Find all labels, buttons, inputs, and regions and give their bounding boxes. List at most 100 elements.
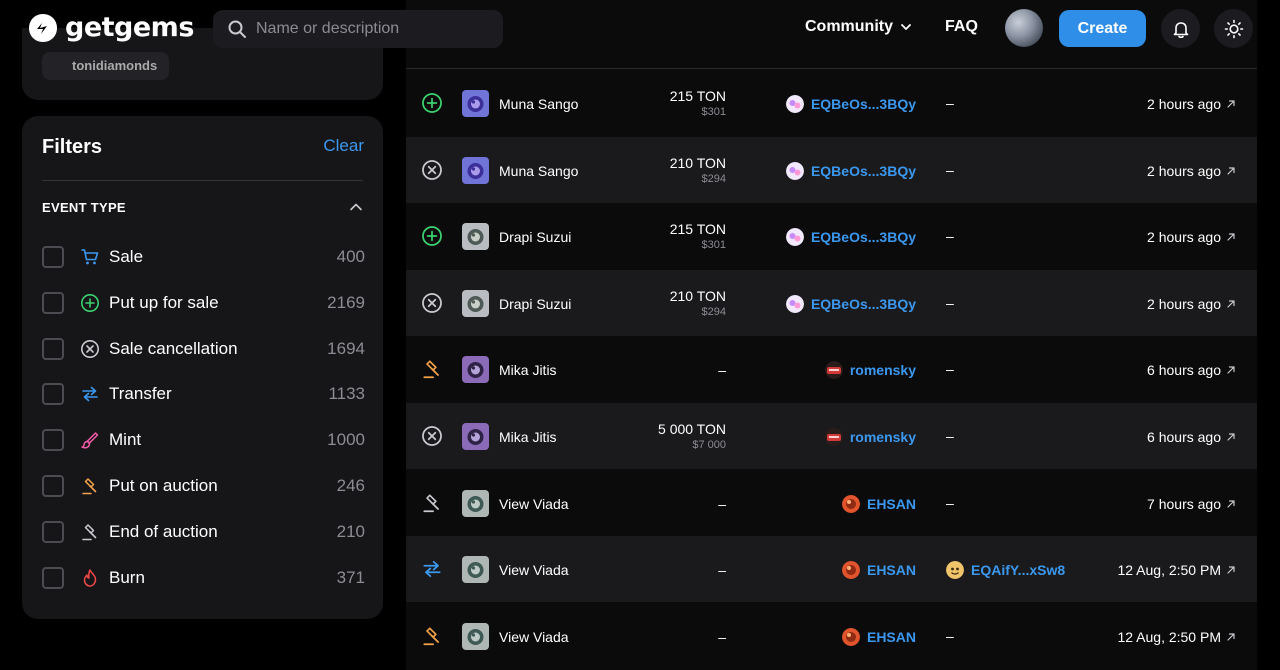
filter-option-put-up-for-sale[interactable]: Put up for sale 2169 [42, 288, 365, 318]
filter-checkbox[interactable] [42, 475, 64, 497]
external-link-arrow-icon [1227, 100, 1235, 108]
nft-thumbnail[interactable] [462, 156, 489, 184]
filter-checkbox[interactable] [42, 246, 64, 268]
nft-thumbnail[interactable] [462, 622, 489, 650]
table-row[interactable]: Drapi Suzui 210 TON $294 EQBeOs...3BQy –… [406, 269, 1257, 336]
user-chip-label: tonidiamonds [72, 58, 158, 73]
from-address-link[interactable]: EQBeOs...3BQy [785, 228, 916, 247]
filter-option-end-of-auction[interactable]: End of auction 210 [42, 517, 365, 547]
nft-thumbnail[interactable] [462, 423, 489, 450]
nft-name[interactable]: Mika Jitis [499, 362, 557, 378]
filter-checkbox[interactable] [42, 337, 64, 360]
from-avatar [824, 428, 843, 446]
gavel-icon [421, 492, 443, 514]
table-row[interactable]: Mika Jitis – romensky – 6 hours ago [406, 336, 1257, 402]
nft-name[interactable]: Mika Jitis [499, 429, 557, 445]
time-link[interactable]: 6 hours ago [1147, 429, 1236, 445]
nft-name[interactable]: Muna Sango [499, 96, 578, 112]
time-link[interactable]: 12 Aug, 2:50 PM [1117, 562, 1236, 578]
price-cell: – [718, 495, 726, 512]
table-row[interactable]: View Viada – EHSAN – 12 Aug, 2:50 PM [406, 603, 1257, 669]
from-address-link[interactable]: EHSAN [841, 561, 916, 580]
time-label: 12 Aug, 2:50 PM [1117, 562, 1221, 579]
nft-name[interactable]: Drapi Suzui [499, 296, 571, 312]
filter-option-transfer[interactable]: Transfer 1133 [42, 379, 365, 409]
search-input[interactable] [256, 20, 496, 38]
table-row[interactable]: Drapi Suzui 215 TON $301 EQBeOs...3BQy –… [406, 203, 1257, 269]
from-address: EHSAN [866, 495, 916, 512]
time-link[interactable]: 2 hours ago [1147, 96, 1236, 112]
time-link[interactable]: 2 hours ago [1147, 163, 1236, 179]
nft-thumbnail[interactable] [462, 223, 489, 251]
nft-thumbnail[interactable] [462, 489, 489, 517]
create-button[interactable]: Create [1059, 10, 1146, 47]
to-empty: – [946, 627, 954, 644]
faq-link[interactable]: FAQ [945, 18, 978, 36]
nft-name[interactable]: Drapi Suzui [499, 229, 571, 245]
community-menu[interactable]: Community [805, 18, 912, 36]
price-usd: $301 [701, 239, 726, 252]
time-label: 2 hours ago [1147, 96, 1221, 112]
filter-option-burn[interactable]: Burn 371 [42, 563, 365, 593]
plus-circle-icon [421, 92, 443, 114]
search-bar[interactable] [213, 10, 503, 48]
from-address-link[interactable]: EQBeOs...3BQy [785, 161, 916, 180]
filter-option-put-on-auction[interactable]: Put on auction 246 [42, 471, 365, 501]
cart-icon [80, 247, 100, 267]
activity-table: Muna Sango 215 TON $301 EQBeOs...3BQy – … [406, 0, 1257, 670]
time-link[interactable]: 2 hours ago [1147, 296, 1236, 312]
price-usd: $301 [701, 106, 726, 118]
filter-checkbox[interactable] [42, 291, 64, 314]
community-label: Community [805, 18, 893, 35]
from-address-link[interactable]: EQBeOs...3BQy [785, 294, 916, 313]
brand-logo[interactable]: getgems [28, 12, 194, 43]
filter-checkbox[interactable] [42, 520, 64, 543]
nft-thumbnail[interactable] [462, 90, 489, 117]
from-address-link[interactable]: EQBeOs...3BQy [785, 95, 916, 113]
nft-name[interactable]: View Viada [499, 562, 569, 578]
nft-thumbnail[interactable] [462, 556, 489, 584]
table-row[interactable]: Mika Jitis 5 000 TON $7 000 romensky – 6… [406, 403, 1257, 469]
user-avatar[interactable] [1005, 9, 1043, 47]
filter-option-sale-cancellation[interactable]: Sale cancellation 1694 [42, 334, 365, 364]
nft-thumbnail[interactable] [462, 289, 489, 317]
time-link[interactable]: 6 hours ago [1147, 362, 1236, 378]
from-address-link[interactable]: romensky [824, 428, 916, 446]
from-address: EHSAN [866, 628, 916, 645]
time-link[interactable]: 2 hours ago [1147, 229, 1236, 245]
nft-thumbnail[interactable] [462, 356, 489, 384]
external-link-arrow-icon [1227, 633, 1235, 641]
from-address-link[interactable]: romensky [824, 361, 916, 380]
from-avatar [841, 627, 860, 646]
table-row[interactable]: View Viada – EHSAN EQAifY...xSw8 12 Aug,… [406, 536, 1257, 603]
external-link-arrow-icon [1227, 366, 1235, 374]
theme-toggle-button[interactable] [1214, 9, 1253, 48]
nft-name[interactable]: View Viada [499, 629, 569, 645]
clear-filters-button[interactable]: Clear [323, 136, 364, 156]
getgems-logo-icon [29, 13, 57, 42]
nft-name[interactable]: Muna Sango [499, 163, 578, 179]
from-address-link[interactable]: EHSAN [841, 494, 916, 513]
to-address-link[interactable]: EQAifY...xSw8 [946, 561, 1065, 580]
filter-option-sale[interactable]: Sale 400 [42, 242, 365, 272]
nft-name[interactable]: View Viada [499, 496, 569, 512]
filter-checkbox[interactable] [42, 566, 64, 589]
time-link[interactable]: 12 Aug, 2:50 PM [1117, 629, 1236, 645]
table-row[interactable]: View Viada – EHSAN – 7 hours ago [406, 470, 1257, 536]
to-cell: – [946, 628, 954, 644]
time-link[interactable]: 7 hours ago [1147, 496, 1236, 512]
x-circle-icon [421, 292, 443, 314]
to-cell: – [946, 495, 954, 511]
filter-checkbox[interactable] [42, 429, 64, 452]
from-address: EQBeOs...3BQy [810, 96, 916, 112]
filter-count: 371 [336, 567, 365, 587]
price-cell: – [718, 628, 726, 645]
table-row[interactable]: Muna Sango 215 TON $301 EQBeOs...3BQy – … [406, 70, 1257, 136]
filter-option-mint[interactable]: Mint 1000 [42, 425, 365, 455]
filter-checkbox[interactable] [42, 383, 64, 406]
notifications-button[interactable] [1161, 9, 1200, 48]
table-row[interactable]: Muna Sango 210 TON $294 EQBeOs...3BQy – … [406, 136, 1257, 203]
from-address-link[interactable]: EHSAN [841, 627, 916, 646]
time-label: 12 Aug, 2:50 PM [1117, 628, 1221, 645]
event-type-toggle[interactable]: EVENT TYPE [42, 192, 363, 222]
